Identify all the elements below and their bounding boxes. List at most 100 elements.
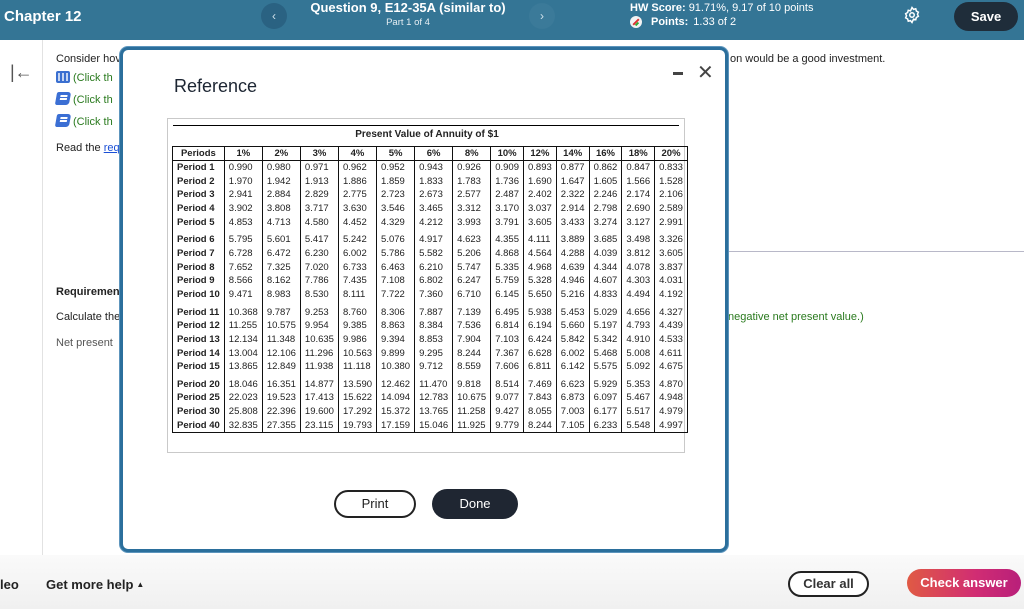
question-title: Question 9, E12-35A (similar to) (310, 0, 506, 15)
table-cell: 11.470 (414, 373, 454, 391)
column-header-rate: 10% (490, 146, 524, 161)
table-cell: 1.886 (337, 174, 378, 189)
table-cell: 4.344 (588, 260, 623, 275)
table-cell: 0.909 (490, 160, 524, 175)
table-cell: 4.639 (555, 260, 590, 275)
table-cell: 5.747 (452, 260, 492, 275)
table-cell: 0.847 (621, 160, 656, 175)
table-cell: 7.606 (490, 360, 524, 374)
footer-bar: leo Get more help ▲ Clear all Check answe… (0, 555, 1024, 609)
table-cell: 5.842 (555, 332, 590, 347)
collapse-panel-icon[interactable]: |← (10, 62, 33, 83)
table-row: Period 12 11.255 10.575 9.954 9.385 8.863 8.38… (172, 318, 688, 333)
previous-question-button[interactable]: ‹ (261, 3, 287, 29)
table-cell: 1.605 (588, 174, 623, 189)
period-label: Period 2 (172, 174, 225, 189)
table-cell: 1.942 (261, 174, 301, 189)
table-cell: 4.078 (621, 260, 656, 275)
table-cell: 3.170 (490, 201, 524, 216)
table-cell: 5.517 (621, 404, 656, 419)
minimize-icon[interactable] (673, 72, 683, 75)
table-row: Period 15 13.865 12.849 11.938 11.118 10.380 9… (172, 360, 688, 374)
reference-link-2[interactable]: (Click th (54, 114, 113, 128)
table-cell: 2.246 (588, 188, 623, 202)
table-cell: 9.787 (261, 301, 301, 319)
table-cell: 0.990 (223, 160, 263, 175)
table-cell: 3.791 (490, 215, 524, 230)
column-header-rate: 6% (414, 146, 454, 161)
requirements-link[interactable]: req (104, 142, 120, 154)
period-label: Period 20 (172, 373, 225, 391)
table-cell: 9.427 (490, 404, 524, 419)
table-cell: 10.563 (337, 346, 378, 361)
table-cell: 4.607 (588, 274, 623, 288)
table-cell: 16.351 (261, 373, 301, 391)
table-cell: 3.037 (523, 201, 557, 216)
table-row: Period 2 1.970 1.942 1.913 1.886 1.859 1.833 1.… (172, 174, 688, 189)
period-label: Period 3 (172, 188, 225, 202)
table-cell: 9.394 (376, 332, 416, 347)
video-link[interactable]: leo (0, 577, 19, 592)
table-cell: 7.325 (261, 260, 301, 275)
table-cell: 3.546 (376, 201, 416, 216)
clear-all-button[interactable]: Clear all (788, 571, 869, 597)
divider (728, 251, 1024, 252)
done-button[interactable]: Done (432, 489, 518, 519)
table-cell: 8.384 (414, 318, 454, 333)
column-header-rate: 12% (523, 146, 557, 161)
gear-icon[interactable] (903, 6, 921, 24)
get-more-help-button[interactable]: Get more help ▲ (46, 577, 144, 592)
book-icon (54, 92, 72, 105)
table-cell: 4.868 (490, 246, 524, 261)
table-cell: 13.004 (223, 346, 263, 361)
table-cell: 8.055 (523, 404, 557, 419)
check-answer-button[interactable]: Check answer (907, 569, 1021, 597)
table-row: Period 4 3.902 3.808 3.717 3.630 3.546 3.465 3.… (172, 201, 688, 216)
table-cell: 5.759 (490, 274, 524, 288)
table-cell: 5.575 (588, 360, 623, 374)
table-cell: 1.833 (414, 174, 454, 189)
save-button[interactable]: Save (954, 2, 1018, 31)
table-row: Period 25 22.023 19.523 17.413 15.622 14.094 1… (172, 390, 688, 405)
table-top-rule (173, 125, 679, 126)
table-cell: 6.811 (523, 360, 557, 374)
table-cell: 4.329 (376, 215, 416, 230)
column-header-rate: 5% (376, 146, 416, 161)
reference-table-panel: Present Value of Annuity of $1 Periods 1%… (167, 118, 688, 453)
reference-link-1[interactable]: (Click th (54, 92, 113, 106)
period-label: Period 15 (172, 360, 225, 374)
table-cell: 0.893 (523, 160, 557, 175)
table-cell: 4.833 (588, 287, 623, 302)
calculate-text: Calculate the (56, 311, 121, 323)
table-cell: 6.194 (523, 318, 557, 333)
table-cell: 11.118 (337, 360, 378, 374)
close-icon[interactable]: ✕ (697, 60, 714, 85)
table-cell: 3.605 (523, 215, 557, 230)
table-cell: 4.111 (523, 229, 557, 247)
table-cell: 5.197 (588, 318, 623, 333)
table-cell: 2.402 (523, 188, 557, 202)
table-cell: 15.046 (414, 418, 454, 433)
table-cell: 3.465 (414, 201, 454, 216)
table-row: Period 5 4.853 4.713 4.580 4.452 4.329 4.212 3.… (172, 215, 688, 230)
period-label: Period 5 (172, 215, 225, 230)
data-table-link[interactable]: (Click th (56, 71, 113, 84)
table-cell: 9.295 (414, 346, 454, 361)
table-cell: 3.685 (588, 229, 623, 247)
table-cell: 11.348 (261, 332, 301, 347)
column-header-rate: 8% (452, 146, 492, 161)
print-button[interactable]: Print (334, 490, 416, 518)
table-cell: 27.355 (261, 418, 301, 433)
table-cell: 6.233 (588, 418, 623, 433)
table-cell: 9.077 (490, 390, 524, 405)
period-label: Period 13 (172, 332, 225, 347)
table-cell: 4.853 (223, 215, 263, 230)
table-cell: 2.589 (654, 201, 688, 216)
reference-dialog: Reference ✕ Present Value of Annuity of … (120, 47, 728, 552)
hw-score-value: 91.71%, 9.17 of 10 points (688, 2, 814, 14)
table-cell: 25.808 (223, 404, 263, 419)
table-cell: 4.039 (588, 246, 623, 261)
table-cell: 5.548 (621, 418, 656, 433)
table-cell: 12.106 (261, 346, 301, 361)
next-question-button[interactable]: › (529, 3, 555, 29)
